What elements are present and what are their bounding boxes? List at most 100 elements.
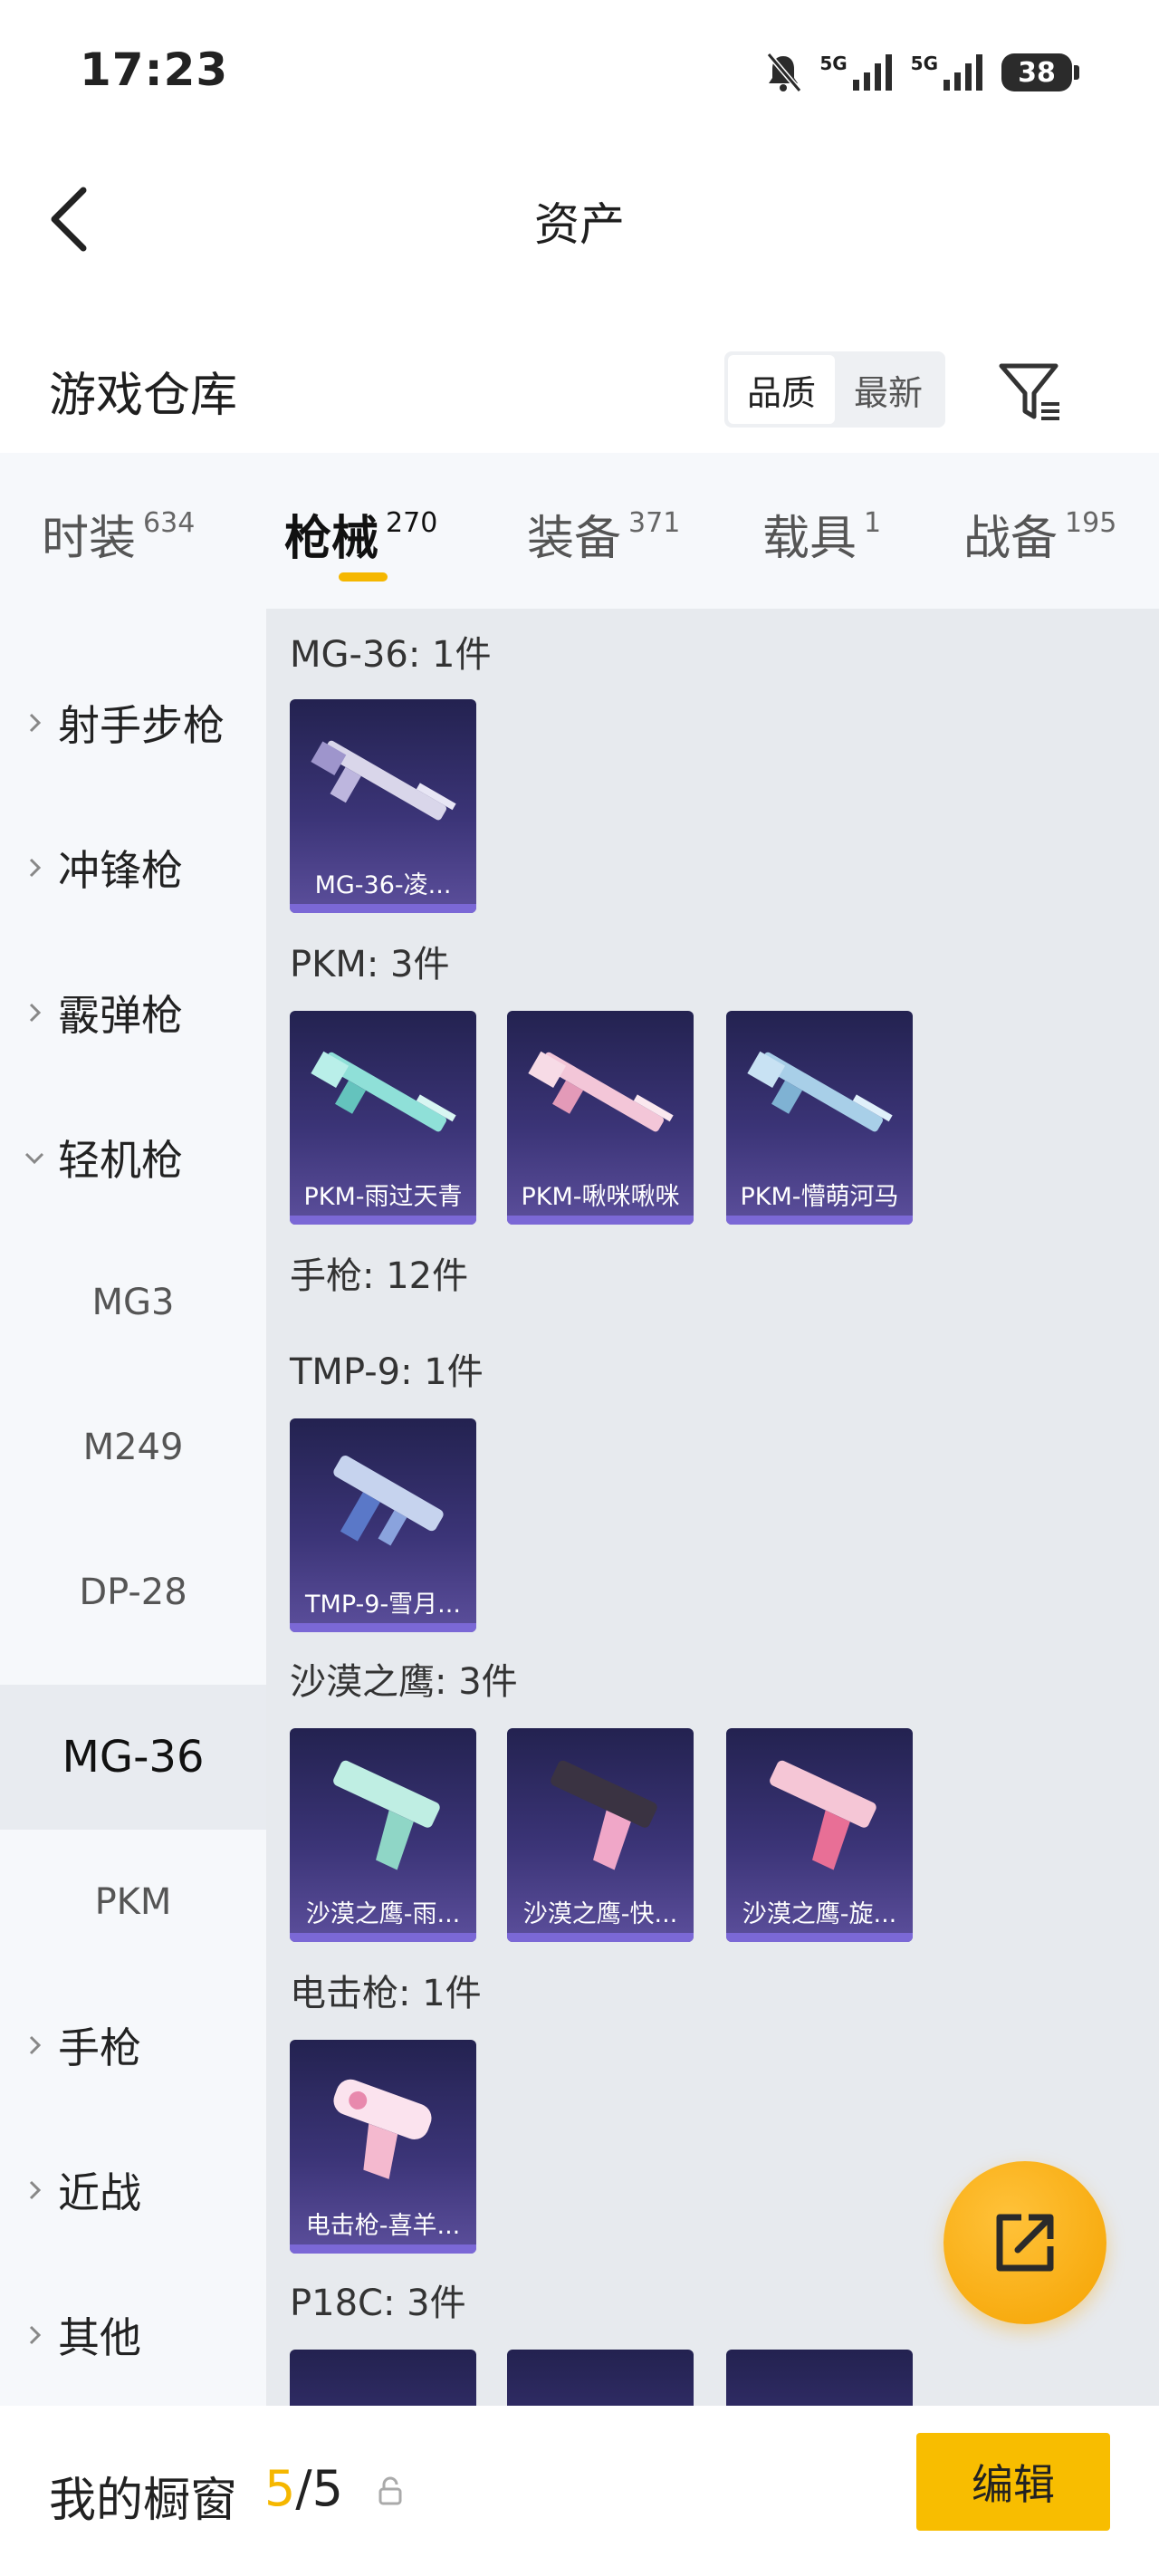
weapon-card-label: PKM-啾咪啾咪 [521, 1182, 680, 1211]
weapon-image [528, 1051, 674, 1132]
showcase-current: 5 [264, 2460, 296, 2517]
network-type-2: 5G [910, 53, 938, 74]
tab-label: 战备 [963, 512, 1058, 566]
sidebar-subitem-m249[interactable]: M249 [0, 1375, 266, 1520]
sidebar-item-label: 轻机枪 [58, 1136, 183, 1185]
filter-icon[interactable] [996, 357, 1065, 426]
weapon-card-label: 沙漠之鹰-旋... [742, 1899, 897, 1928]
sidebar-item-melee[interactable]: 近战 [0, 2118, 266, 2263]
page-title: 资产 [534, 198, 625, 251]
weapon-image [333, 1760, 440, 1870]
weapon-card-label: TMP-9-雪月... [305, 1590, 461, 1619]
sort-quality[interactable]: 品质 [728, 355, 835, 424]
tab-count: 1 [864, 507, 882, 539]
showcase-separator: / [295, 2460, 312, 2517]
weapon-card[interactable]: 沙漠之鹰-快... [507, 1728, 694, 1942]
warehouse-title: 游戏仓库 [49, 369, 238, 423]
sidebar-item-label: 霰弹枪 [58, 991, 183, 1040]
weapon-card[interactable] [726, 2350, 913, 2406]
chevron-down-icon [24, 1152, 44, 1165]
weapon-image [747, 1051, 893, 1132]
sidebar-item-lmg[interactable]: 轻机枪 [0, 1085, 266, 1230]
edit-button[interactable]: 编辑 [916, 2433, 1110, 2531]
category-tabs: 时装 634 枪械 270 装备 371 载具 1 战备 195 [0, 453, 1159, 609]
tab-equipment[interactable]: 装备 371 [527, 500, 680, 568]
chevron-right-icon [29, 1003, 42, 1023]
sidebar-item-label: 射手步枪 [58, 701, 225, 750]
group-title: MG-36: 1件 [290, 634, 492, 676]
weapon-card-label: 电击枪-喜羊... [305, 2211, 461, 2240]
showcase-bar: 我的橱窗 5/5 编辑 [0, 2406, 1159, 2576]
sidebar-subitem-dp28[interactable]: DP-28 [0, 1520, 266, 1665]
warehouse-row: 游戏仓库 品质 最新 [0, 335, 1159, 444]
showcase-title: 我的橱窗 [49, 2474, 238, 2528]
sidebar-item-label: 冲锋枪 [58, 846, 183, 895]
tab-firearms[interactable]: 枪械 270 [284, 500, 437, 568]
tab-label: 载具 [762, 512, 857, 566]
weapon-card-label: 沙漠之鹰-雨... [305, 1899, 461, 1928]
signal-icon: 5G [911, 53, 985, 92]
sidebar-item-marksman[interactable]: 射手步枪 [0, 650, 266, 795]
sidebar-item-partial[interactable] [0, 609, 266, 636]
group-title: TMP-9: 1件 [290, 1351, 484, 1393]
sort-newest[interactable]: 最新 [835, 355, 942, 424]
weapon-card[interactable] [290, 2350, 476, 2406]
weapon-card[interactable]: PKM-雨过天青 [290, 1011, 476, 1225]
tab-count: 270 [386, 507, 438, 539]
sidebar-item-smg[interactable]: 冲锋枪 [0, 795, 266, 940]
tab-count: 195 [1065, 507, 1117, 539]
chevron-right-icon [29, 2180, 42, 2200]
tab-count: 634 [143, 507, 196, 539]
group-title: P18C: 3件 [290, 2283, 466, 2324]
weapon-card-label: PKM-雨过天青 [303, 1182, 463, 1211]
chevron-right-icon [29, 858, 42, 878]
group-title: 手枪: 12件 [290, 1255, 469, 1297]
tab-vehicles[interactable]: 载具 1 [762, 500, 881, 568]
chevron-right-icon [29, 2035, 42, 2055]
group-title: PKM: 3件 [290, 944, 450, 985]
weapon-image [551, 1760, 657, 1870]
sidebar-subitem-mg3[interactable]: MG3 [0, 1230, 266, 1375]
battery-icon: 38 [1001, 53, 1079, 91]
sidebar-item-label: 其他 [58, 2313, 141, 2362]
signal-icon: 5G [819, 53, 894, 92]
weapon-card[interactable]: 电击枪-喜羊... [290, 2040, 476, 2254]
weapon-image [311, 1051, 456, 1132]
status-icons: 5G 5G 38 [763, 47, 1079, 98]
weapon-card[interactable]: MG-36-凌... [290, 699, 476, 913]
sidebar-item-label: 近战 [58, 2168, 141, 2217]
share-external-icon [996, 2214, 1054, 2272]
tab-label: 时装 [42, 512, 137, 566]
group-title: 电击枪: 1件 [290, 1973, 482, 2014]
weapon-category-sidebar[interactable]: 射手步枪 冲锋枪 霰弹枪 轻机枪 MG3 M249 DP-28 MG-36 PK… [0, 609, 266, 2406]
status-bar: 17:23 5G 5G 38 [0, 0, 1159, 145]
share-button[interactable] [943, 2161, 1106, 2324]
weapon-image [770, 1760, 876, 1870]
weapon-card[interactable]: PKM-懵萌河马 [726, 1011, 913, 1225]
status-time: 17:23 [80, 43, 229, 96]
weapon-card[interactable]: 沙漠之鹰-旋... [726, 1728, 913, 1942]
sidebar-item-shotgun[interactable]: 霰弹枪 [0, 940, 266, 1085]
weapon-card[interactable] [507, 2350, 694, 2406]
sidebar-item-other[interactable]: 其他 [0, 2263, 266, 2406]
weapon-card-label: 沙漠之鹰-快... [522, 1899, 678, 1928]
sidebar-subitem-mg36[interactable]: MG-36 [0, 1685, 266, 1830]
page-header: 资产 [0, 145, 1159, 290]
tab-fashion[interactable]: 时装 634 [42, 500, 195, 568]
sidebar-subitem-pkm[interactable]: PKM [0, 1830, 266, 1975]
active-tab-indicator [339, 572, 388, 582]
sidebar-item-pistol[interactable]: 手枪 [0, 1973, 266, 2118]
weapon-grid[interactable]: MG-36: 1件 MG-36-凌... PKM: 3件 PKM-雨过天青 PK… [266, 609, 1159, 2406]
tab-count: 371 [628, 507, 681, 539]
sort-toggle: 品质 最新 [724, 351, 945, 428]
weapon-card[interactable]: PKM-啾咪啾咪 [507, 1011, 694, 1225]
tab-supplies[interactable]: 战备 195 [963, 500, 1116, 568]
chevron-right-icon [29, 713, 42, 733]
weapon-card[interactable]: TMP-9-雪月... [290, 1418, 476, 1632]
chevron-right-icon [29, 2325, 42, 2345]
tab-label: 装备 [527, 512, 622, 566]
weapon-card-label: PKM-懵萌河马 [740, 1182, 899, 1211]
weapon-card[interactable]: 沙漠之鹰-雨... [290, 1728, 476, 1942]
tab-label: 枪械 [284, 512, 379, 566]
showcase-count: 5/5 [264, 2460, 343, 2517]
